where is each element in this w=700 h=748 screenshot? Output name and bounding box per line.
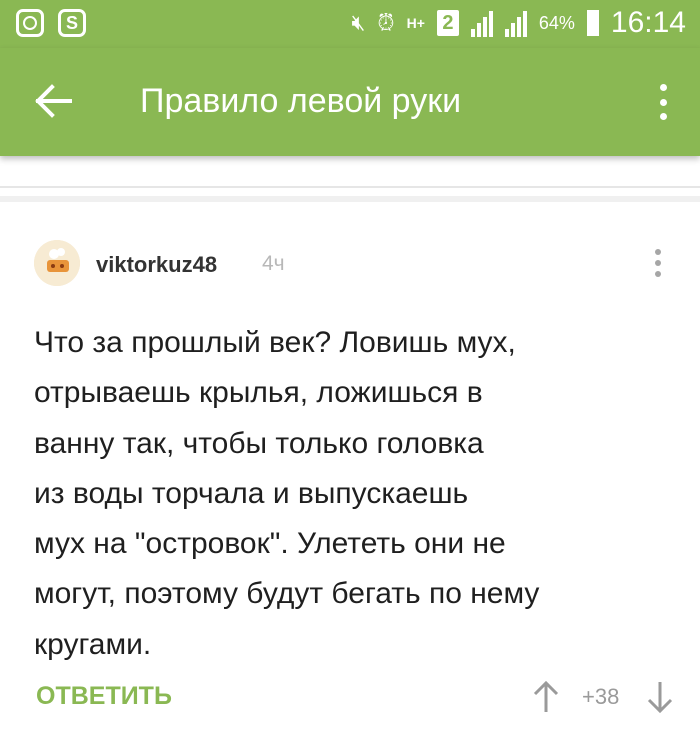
signal-icon: [470, 9, 493, 37]
comment-age: 4ч: [262, 252, 285, 275]
status-bar: S 🔇︎ ⏰︎ H+ 2 64% 16:14: [0, 0, 700, 48]
instagram-icon: [16, 9, 44, 37]
clock: 16:14: [610, 6, 686, 39]
signal-icon-2: [504, 9, 527, 37]
back-arrow-icon[interactable]: [34, 84, 74, 118]
comment-author[interactable]: viktorkuz48: [96, 252, 217, 278]
alarm-icon: ⏰︎: [377, 10, 395, 35]
comment-line: из воды торчала и выпускаешь: [34, 476, 469, 510]
comment-line: Что за прошлый век? Ловишь мух,: [34, 326, 516, 359]
app-bar: Правило левой руки: [0, 48, 700, 156]
comment-line: кругами.: [34, 627, 152, 661]
page-title: Правило левой руки: [140, 82, 462, 120]
battery-percent: 64%: [538, 12, 575, 33]
upvote-arrow-icon[interactable]: [532, 680, 560, 714]
battery-icon: [586, 10, 599, 36]
comment-line: мух на "островок". Улететь они не: [34, 527, 506, 561]
s-app-icon: S: [58, 9, 86, 37]
comment-score: +38: [582, 684, 620, 709]
comment-text: Что за прошлый век? Ловишь мух, отрываеш…: [34, 318, 674, 670]
mute-icon: 🔇︎: [351, 10, 366, 35]
comment-options-icon[interactable]: [652, 249, 664, 277]
more-options-icon[interactable]: [656, 84, 670, 120]
downvote-arrow-icon[interactable]: [646, 680, 674, 714]
divider: [0, 196, 700, 202]
comment-line: могут, поэтому будут бегать по нему: [34, 577, 540, 611]
comment-line: отрываешь крылья, ложишься в: [34, 376, 483, 410]
comment-line: ванну так, чтобы только головка: [34, 426, 484, 460]
sim-indicator: 2: [436, 10, 459, 36]
network-type-label: H+: [406, 15, 425, 31]
reply-button[interactable]: ОТВЕТИТЬ: [36, 682, 172, 711]
avatar[interactable]: [34, 240, 80, 286]
divider: [0, 186, 700, 188]
